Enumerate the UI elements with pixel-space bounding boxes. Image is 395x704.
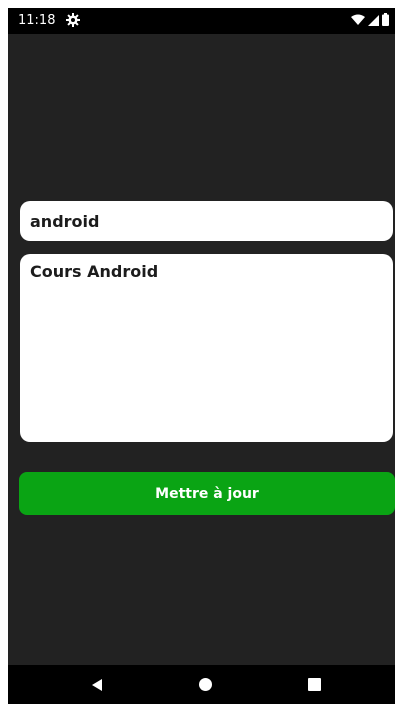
- back-icon[interactable]: [90, 677, 104, 691]
- home-icon[interactable]: [199, 678, 212, 691]
- signal-icon: [368, 11, 379, 30]
- status-time: 11:18: [18, 13, 56, 28]
- status-icons: [351, 11, 389, 30]
- navigation-bar: [8, 665, 395, 704]
- recents-icon[interactable]: [308, 678, 321, 691]
- settings-gear-icon: [65, 12, 81, 28]
- title-input[interactable]: [20, 201, 393, 241]
- wifi-icon: [351, 11, 365, 30]
- status-bar: 11:18: [8, 8, 395, 34]
- battery-icon: [382, 11, 389, 30]
- phone-screen: 11:18 android Cours Android Mettre à jou…: [8, 8, 395, 704]
- update-button[interactable]: Mettre à jour: [19, 472, 395, 515]
- content-textarea[interactable]: Cours Android: [20, 254, 393, 442]
